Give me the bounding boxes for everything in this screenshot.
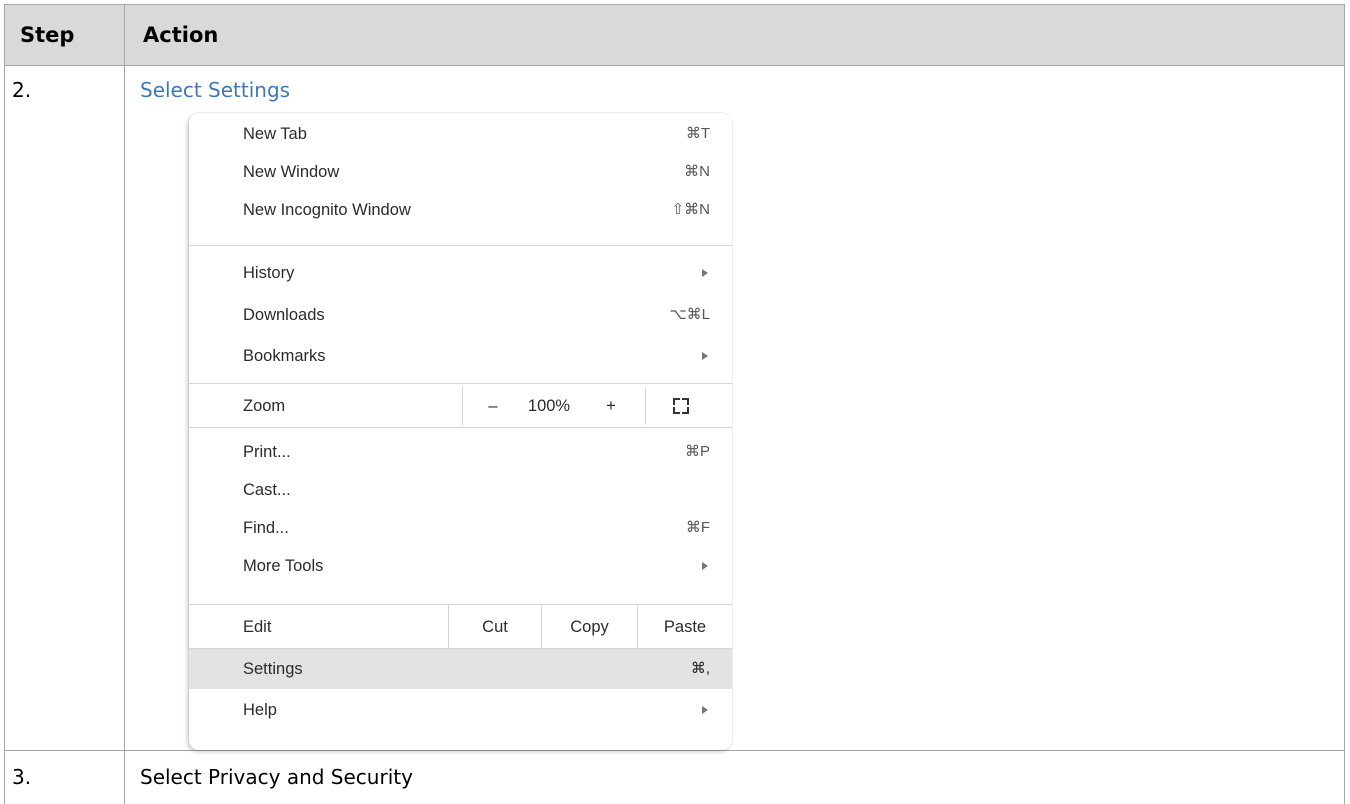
- menu-item-bookmarks[interactable]: Bookmarks: [189, 337, 732, 375]
- zoom-in-button[interactable]: +: [591, 387, 631, 425]
- table-left-border: [4, 4, 5, 804]
- menu-item-cast[interactable]: Cast...: [189, 471, 732, 509]
- table-right-border: [1344, 4, 1345, 804]
- menu-item-label: Cast...: [243, 481, 291, 499]
- browser-context-menu: New Tab ⌘T New Window ⌘N New Incognito W…: [189, 113, 732, 750]
- paste-button[interactable]: Paste: [638, 608, 732, 646]
- menu-item-label: Print...: [243, 443, 291, 461]
- menu-item-label: Downloads: [243, 306, 325, 324]
- menu-item-label: Settings: [243, 660, 303, 678]
- menu-separator: [189, 427, 732, 428]
- menu-item-label: New Window: [243, 163, 340, 181]
- copy-button[interactable]: Copy: [542, 608, 637, 646]
- table-header-row: Step Action: [4, 4, 1345, 66]
- menu-item-history[interactable]: History: [189, 254, 732, 292]
- menu-item-settings[interactable]: Settings ⌘,: [189, 649, 732, 689]
- submenu-arrow-icon: [702, 562, 708, 570]
- menu-item-label: Bookmarks: [243, 347, 326, 365]
- step-action-link[interactable]: Select Settings: [140, 78, 290, 102]
- menu-item-downloads[interactable]: Downloads ⌥⌘L: [189, 296, 732, 334]
- menu-item-find[interactable]: Find... ⌘F: [189, 509, 732, 547]
- fullscreen-icon[interactable]: [673, 398, 689, 414]
- step-number: 3.: [12, 765, 32, 789]
- submenu-arrow-icon: [702, 269, 708, 277]
- shortcut-label: ⌘N: [684, 163, 710, 180]
- menu-item-help[interactable]: Help: [189, 691, 732, 729]
- shortcut-label: ⌘T: [685, 125, 710, 142]
- menu-item-label: History: [243, 264, 295, 282]
- shortcut-label: ⌥⌘L: [669, 306, 710, 323]
- zoom-out-button[interactable]: –: [473, 387, 513, 425]
- menu-item-zoom: Zoom – 100% +: [189, 387, 732, 425]
- menu-item-new-window[interactable]: New Window ⌘N: [189, 153, 732, 191]
- menu-item-label: Edit: [243, 618, 272, 636]
- menu-item-label: Find...: [243, 519, 289, 537]
- cut-button[interactable]: Cut: [449, 608, 541, 646]
- menu-separator: [189, 245, 732, 246]
- submenu-arrow-icon: [702, 352, 708, 360]
- menu-item-label: Help: [243, 701, 277, 719]
- menu-item-print[interactable]: Print... ⌘P: [189, 433, 732, 471]
- step-number: 2.: [12, 78, 32, 102]
- zoom-level: 100%: [527, 397, 571, 415]
- shortcut-label: ⌘,: [690, 660, 710, 677]
- instruction-table: Step Action 2. Select Settings 3. Select…: [0, 0, 1350, 804]
- zoom-divider: [645, 387, 646, 425]
- menu-item-edit: Edit Cut Copy Paste: [189, 604, 732, 648]
- menu-item-label: More Tools: [243, 557, 324, 575]
- menu-item-label: New Tab: [243, 125, 307, 143]
- menu-item-new-incognito-window[interactable]: New Incognito Window ⇧⌘N: [189, 191, 732, 229]
- menu-item-label: Zoom: [243, 397, 286, 415]
- zoom-divider: [462, 387, 463, 425]
- header-step: Step: [20, 23, 75, 47]
- shortcut-label: ⌘F: [685, 519, 710, 536]
- menu-item-label: New Incognito Window: [243, 201, 411, 219]
- menu-item-new-tab[interactable]: New Tab ⌘T: [189, 115, 732, 153]
- shortcut-label: ⇧⌘N: [671, 201, 710, 218]
- menu-separator: [189, 383, 732, 384]
- row-divider: [4, 750, 1345, 751]
- header-action: Action: [143, 23, 219, 47]
- shortcut-label: ⌘P: [684, 443, 710, 460]
- column-divider: [124, 4, 125, 804]
- menu-separator: [189, 604, 732, 605]
- step-action-text: Select Privacy and Security: [140, 765, 413, 789]
- submenu-arrow-icon: [702, 706, 708, 714]
- menu-item-more-tools[interactable]: More Tools: [189, 547, 732, 585]
